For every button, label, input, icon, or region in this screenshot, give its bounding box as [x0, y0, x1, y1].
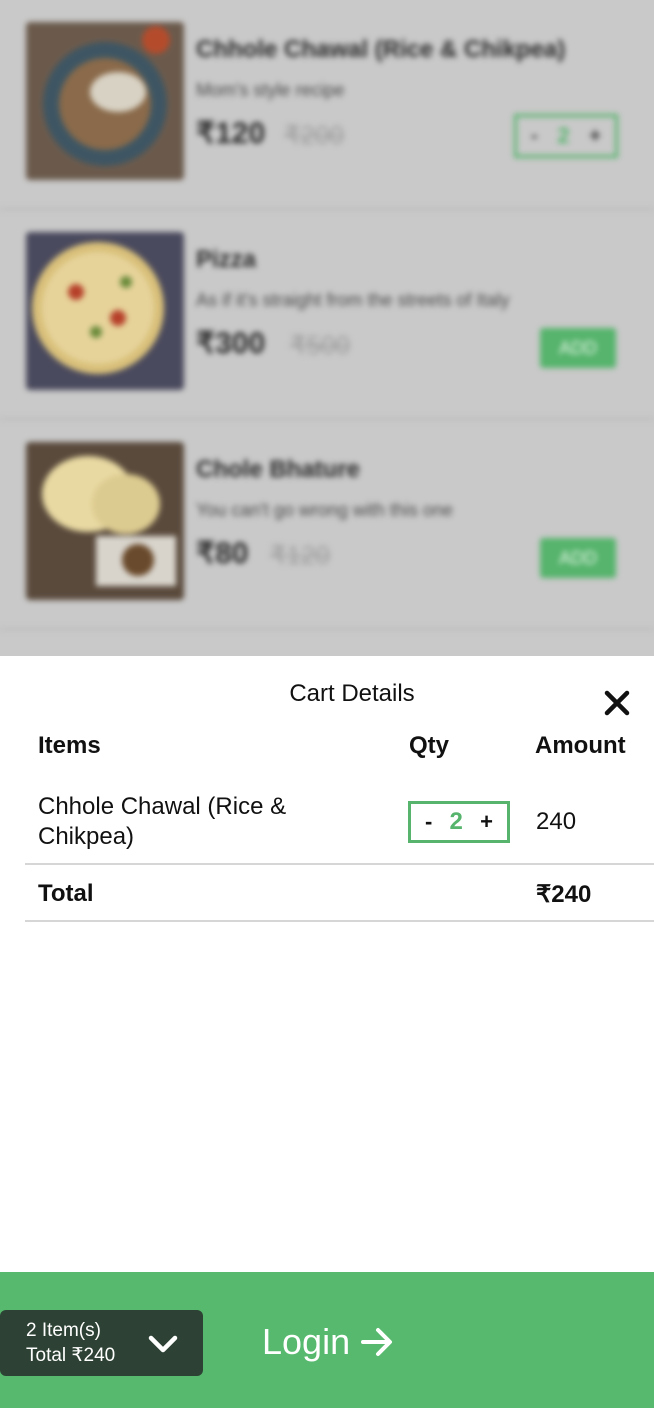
quantity-value: 2 [449, 808, 463, 835]
dish-original-price: ₹200 [284, 120, 344, 150]
increase-quantity-button[interactable]: + [480, 809, 493, 835]
menu-item: Pizza As if it's straight from the stree… [0, 210, 654, 420]
dish-description: Mom's style recipe [196, 80, 345, 100]
dish-description: As if it's straight from the streets of … [196, 290, 510, 310]
decrease-quantity-button[interactable]: - [425, 809, 432, 835]
dish-price: ₹120 [196, 117, 266, 150]
dish-image-pizza [26, 232, 184, 390]
dish-price: ₹80 [196, 537, 249, 570]
cart-summary-toggle[interactable]: 2 Item(s) Total ₹240 [0, 1310, 203, 1376]
dish-image-chole-bhature [26, 442, 184, 600]
add-button[interactable]: ADD [540, 328, 616, 368]
menu-item: Chhole Chawal (Rice & Chikpea) Mom's sty… [0, 0, 654, 210]
dish-price: ₹300 [196, 327, 266, 360]
item-count: 2 Item(s) [26, 1320, 101, 1341]
dish-name: Chhole Chawal (Rice & Chikpea) [196, 36, 566, 63]
quantity-value: 2 [557, 123, 570, 148]
login-label: Login [262, 1321, 351, 1362]
divider [25, 920, 654, 922]
close-icon [604, 690, 630, 716]
divider [25, 863, 654, 865]
arrow-right-icon [361, 1328, 393, 1356]
close-button[interactable] [598, 684, 636, 722]
column-header-items: Items [38, 732, 101, 759]
cart-total: Total ₹240 [26, 1345, 116, 1366]
cart-item-amount: 240 [536, 808, 577, 835]
menu-item: Chole Bhature You can't go wrong with th… [0, 420, 654, 630]
cart-details-sheet: Cart Details Items Qty Amount Chhole Cha… [0, 656, 654, 1272]
increase-button[interactable]: + [589, 125, 601, 148]
total-value: ₹240 [536, 881, 592, 908]
chevron-down-icon [148, 1335, 178, 1353]
menu-background: Chhole Chawal (Rice & Chikpea) Mom's sty… [0, 0, 654, 656]
login-button[interactable]: Login [262, 1318, 394, 1366]
dish-original-price: ₹120 [270, 540, 330, 570]
menu-list: Chhole Chawal (Rice & Chikpea) Mom's sty… [0, 0, 654, 656]
bottom-action-bar: 2 Item(s) Total ₹240 Login [0, 1272, 654, 1408]
cart-title: Cart Details [289, 680, 415, 707]
dish-name: Chole Bhature [196, 456, 361, 483]
total-label: Total [38, 880, 94, 907]
decrease-button[interactable]: - [531, 125, 538, 148]
dish-name: Pizza [196, 246, 257, 273]
dish-description: You can't go wrong with this one [196, 500, 453, 520]
column-header-qty: Qty [409, 732, 450, 759]
column-header-amount: Amount [535, 732, 626, 759]
menu-quantity-stepper[interactable]: - 2 + [514, 114, 618, 158]
dish-original-price: ₹500 [290, 330, 350, 360]
quantity-stepper[interactable]: - 2 + [408, 801, 510, 843]
cart-item-name: Chhole Chawal (Rice & Chikpea) [38, 793, 287, 850]
add-button[interactable]: ADD [540, 538, 616, 578]
dish-image-chhole-chawal [26, 22, 184, 180]
